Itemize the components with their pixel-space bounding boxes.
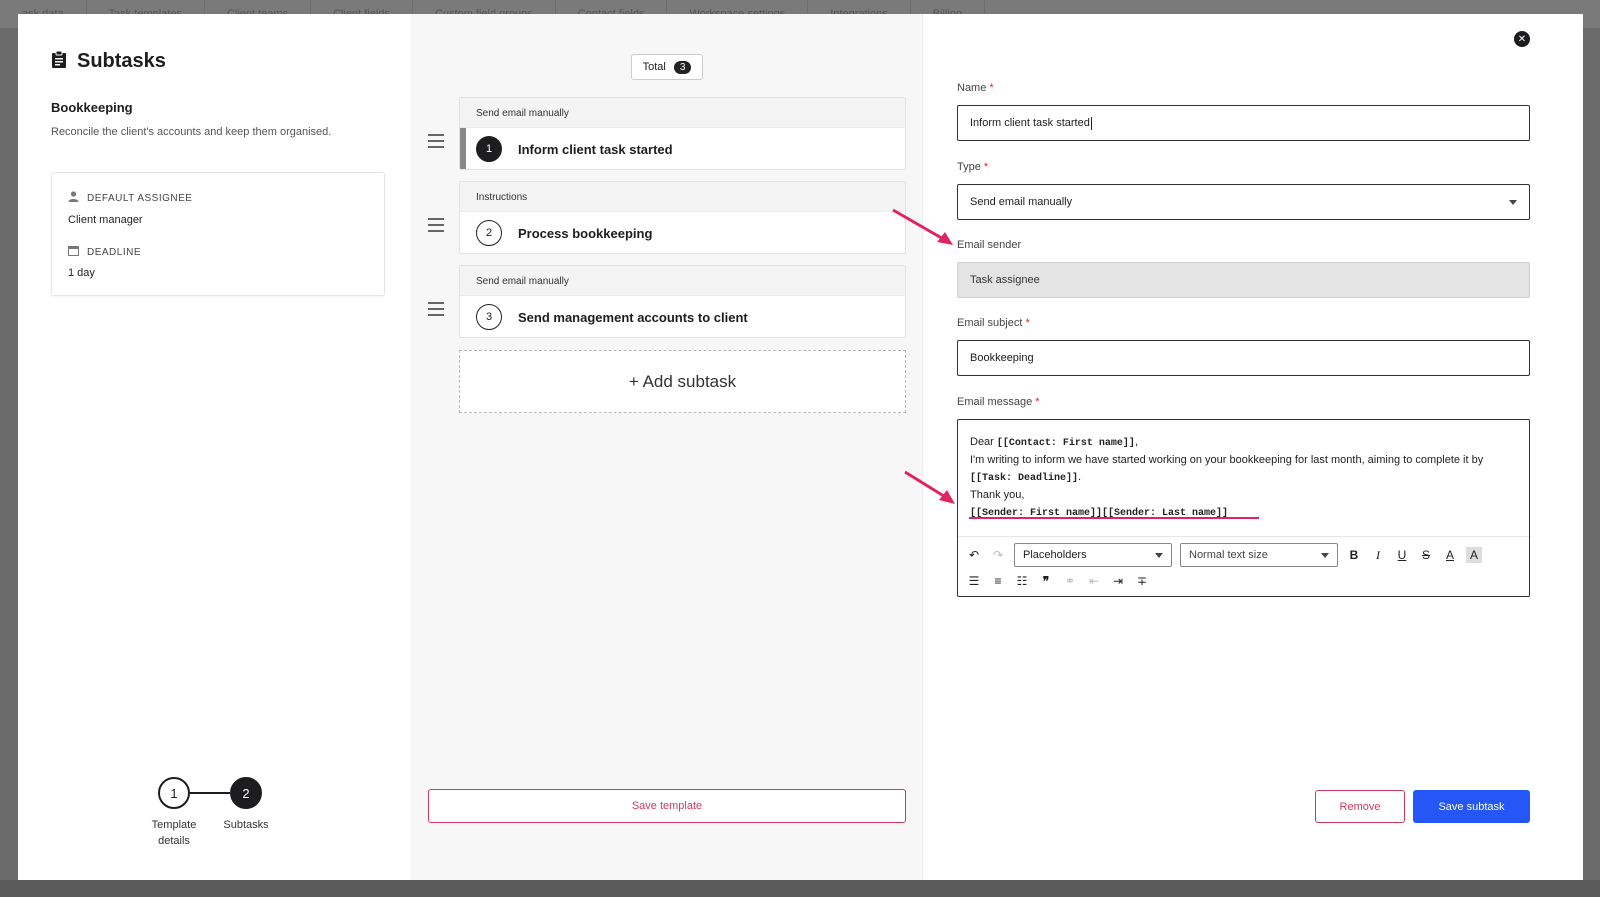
subtask-type: Instructions [460, 182, 905, 212]
type-value: Send email manually [970, 196, 1073, 208]
subtask-type: Send email manually [460, 266, 905, 296]
deadline-value: 1 day [68, 267, 95, 279]
sender-label: Email sender [957, 239, 1022, 251]
email-message-editor[interactable]: Dear [[Contact: First name]], I'm writin… [957, 419, 1530, 597]
checklist-icon[interactable]: ☷ [1014, 573, 1030, 589]
drag-handle-icon[interactable] [428, 134, 444, 148]
subtask-title: Process bookkeeping [518, 225, 653, 241]
sender-value: Task assignee [970, 274, 1040, 286]
numbered-list-icon[interactable]: ≡ [990, 573, 1006, 589]
remove-button[interactable]: Remove [1315, 790, 1405, 823]
name-value: Inform client task started [970, 117, 1090, 129]
step-1-circle[interactable]: 1 [158, 777, 190, 809]
bold-icon[interactable]: B [1346, 547, 1362, 563]
add-subtask-button[interactable]: + Add subtask [459, 350, 906, 413]
chevron-down-icon [1509, 200, 1517, 205]
subtask-number: 1 [476, 136, 502, 162]
subtask-number: 2 [476, 220, 502, 246]
panel-header: Subtasks [51, 50, 166, 73]
wizard-stepper: 1 2 Template details Subtasks [138, 777, 288, 847]
step-1-label-line2: details [158, 835, 190, 847]
subtask-card[interactable]: Send email manually 3 Send management ac… [459, 265, 906, 338]
step-connector [190, 792, 230, 794]
annotation-arrow-icon [904, 470, 955, 504]
assignee-value: Client manager [68, 214, 143, 226]
indent-icon[interactable]: ⇥ [1110, 573, 1126, 589]
bullet-list-icon[interactable]: ☰ [966, 573, 982, 589]
total-count: 3 [673, 60, 692, 74]
deadline-label-row: DEADLINE [68, 245, 141, 259]
text-size-select[interactable]: Normal text size [1180, 543, 1338, 567]
strikethrough-icon[interactable]: S [1418, 547, 1434, 563]
chevron-down-icon [1155, 553, 1163, 558]
total-badge: Total 3 [631, 54, 703, 80]
subject-input[interactable]: Bookkeeping [957, 340, 1530, 376]
assignee-label: DEFAULT ASSIGNEE [87, 192, 193, 204]
subtask-card[interactable]: Send email manually 1 Inform client task… [459, 97, 906, 170]
annotation-arrow-icon [892, 208, 953, 245]
email-message-body[interactable]: Dear [[Contact: First name]], I'm writin… [958, 420, 1529, 522]
editor-toolbar: ↶ ↷ Placeholders Normal text size B I U … [958, 536, 1529, 598]
name-input[interactable]: Inform client task started [957, 105, 1530, 141]
save-subtask-button[interactable]: Save subtask [1413, 790, 1530, 823]
sender-input: Task assignee [957, 262, 1530, 298]
template-info-card: DEFAULT ASSIGNEE Client manager DEADLINE… [51, 172, 385, 296]
subtask-type: Send email manually [460, 98, 905, 128]
redo-icon[interactable]: ↷ [990, 547, 1006, 563]
subtasks-modal: Subtasks Bookkeeping Reconcile the clien… [18, 14, 1583, 880]
message-label: Email message * [957, 396, 1040, 408]
annotation-underline [969, 517, 1259, 519]
italic-icon[interactable]: I [1370, 547, 1386, 563]
template-description: Reconcile the client's accounts and keep… [51, 126, 332, 138]
step-2-label: Subtasks [223, 819, 269, 831]
chevron-down-icon [1321, 553, 1329, 558]
subtask-title: Inform client task started [518, 141, 673, 157]
step-1-label-line1: Template [151, 819, 197, 831]
outdent-icon[interactable]: ⇤ [1086, 573, 1102, 589]
person-icon [68, 191, 79, 205]
undo-icon[interactable]: ↶ [966, 547, 982, 563]
subject-value: Bookkeeping [970, 352, 1034, 364]
template-summary-panel: Subtasks Bookkeeping Reconcile the clien… [18, 14, 411, 880]
step-2-circle[interactable]: 2 [230, 777, 262, 809]
name-label: Name * [957, 82, 994, 94]
deadline-label: DEADLINE [87, 246, 142, 258]
highlight-icon[interactable]: A [1466, 547, 1482, 563]
horizontal-rule-icon[interactable]: ∓ [1134, 573, 1150, 589]
quote-icon[interactable]: ❞ [1038, 573, 1054, 589]
page-title: Subtasks [77, 50, 166, 72]
subtask-body: 1 Inform client task started [460, 128, 905, 169]
save-template-button[interactable]: Save template [428, 789, 906, 823]
clipboard-icon [51, 50, 67, 73]
subtask-body: 2 Process bookkeeping [460, 212, 905, 253]
total-label: Total [642, 61, 666, 73]
subtask-title: Send management accounts to client [518, 309, 748, 325]
drag-handle-icon[interactable] [428, 218, 444, 232]
step-1-label: Template details [146, 817, 202, 849]
subtask-body: 3 Send management accounts to client [460, 296, 905, 337]
subtask-number: 3 [476, 304, 502, 330]
type-select[interactable]: Send email manually [957, 184, 1530, 220]
background-footer [0, 880, 1600, 897]
assignee-label-row: DEFAULT ASSIGNEE [68, 191, 192, 205]
placeholder-token: [[Contact: First name]] [996, 438, 1135, 449]
placeholder-token: [[Task: Deadline]] [970, 473, 1079, 484]
type-label: Type * [957, 161, 989, 173]
subtask-editor-panel: ✕ Name * Inform client task started Type… [892, 14, 1583, 880]
subject-label: Email subject * [957, 317, 1030, 329]
close-icon[interactable]: ✕ [1514, 31, 1530, 47]
template-name: Bookkeeping [51, 100, 133, 115]
calendar-icon [68, 245, 79, 259]
subtask-card[interactable]: Instructions 2 Process bookkeeping [459, 181, 906, 254]
placeholders-select[interactable]: Placeholders [1014, 543, 1172, 567]
underline-icon[interactable]: U [1394, 547, 1410, 563]
text-color-icon[interactable]: A [1442, 547, 1458, 563]
drag-handle-icon[interactable] [428, 302, 444, 316]
link-icon[interactable]: ⚭ [1062, 573, 1078, 589]
subtask-list-panel: Total 3 Send email manually 1 Inform cli… [411, 14, 923, 880]
